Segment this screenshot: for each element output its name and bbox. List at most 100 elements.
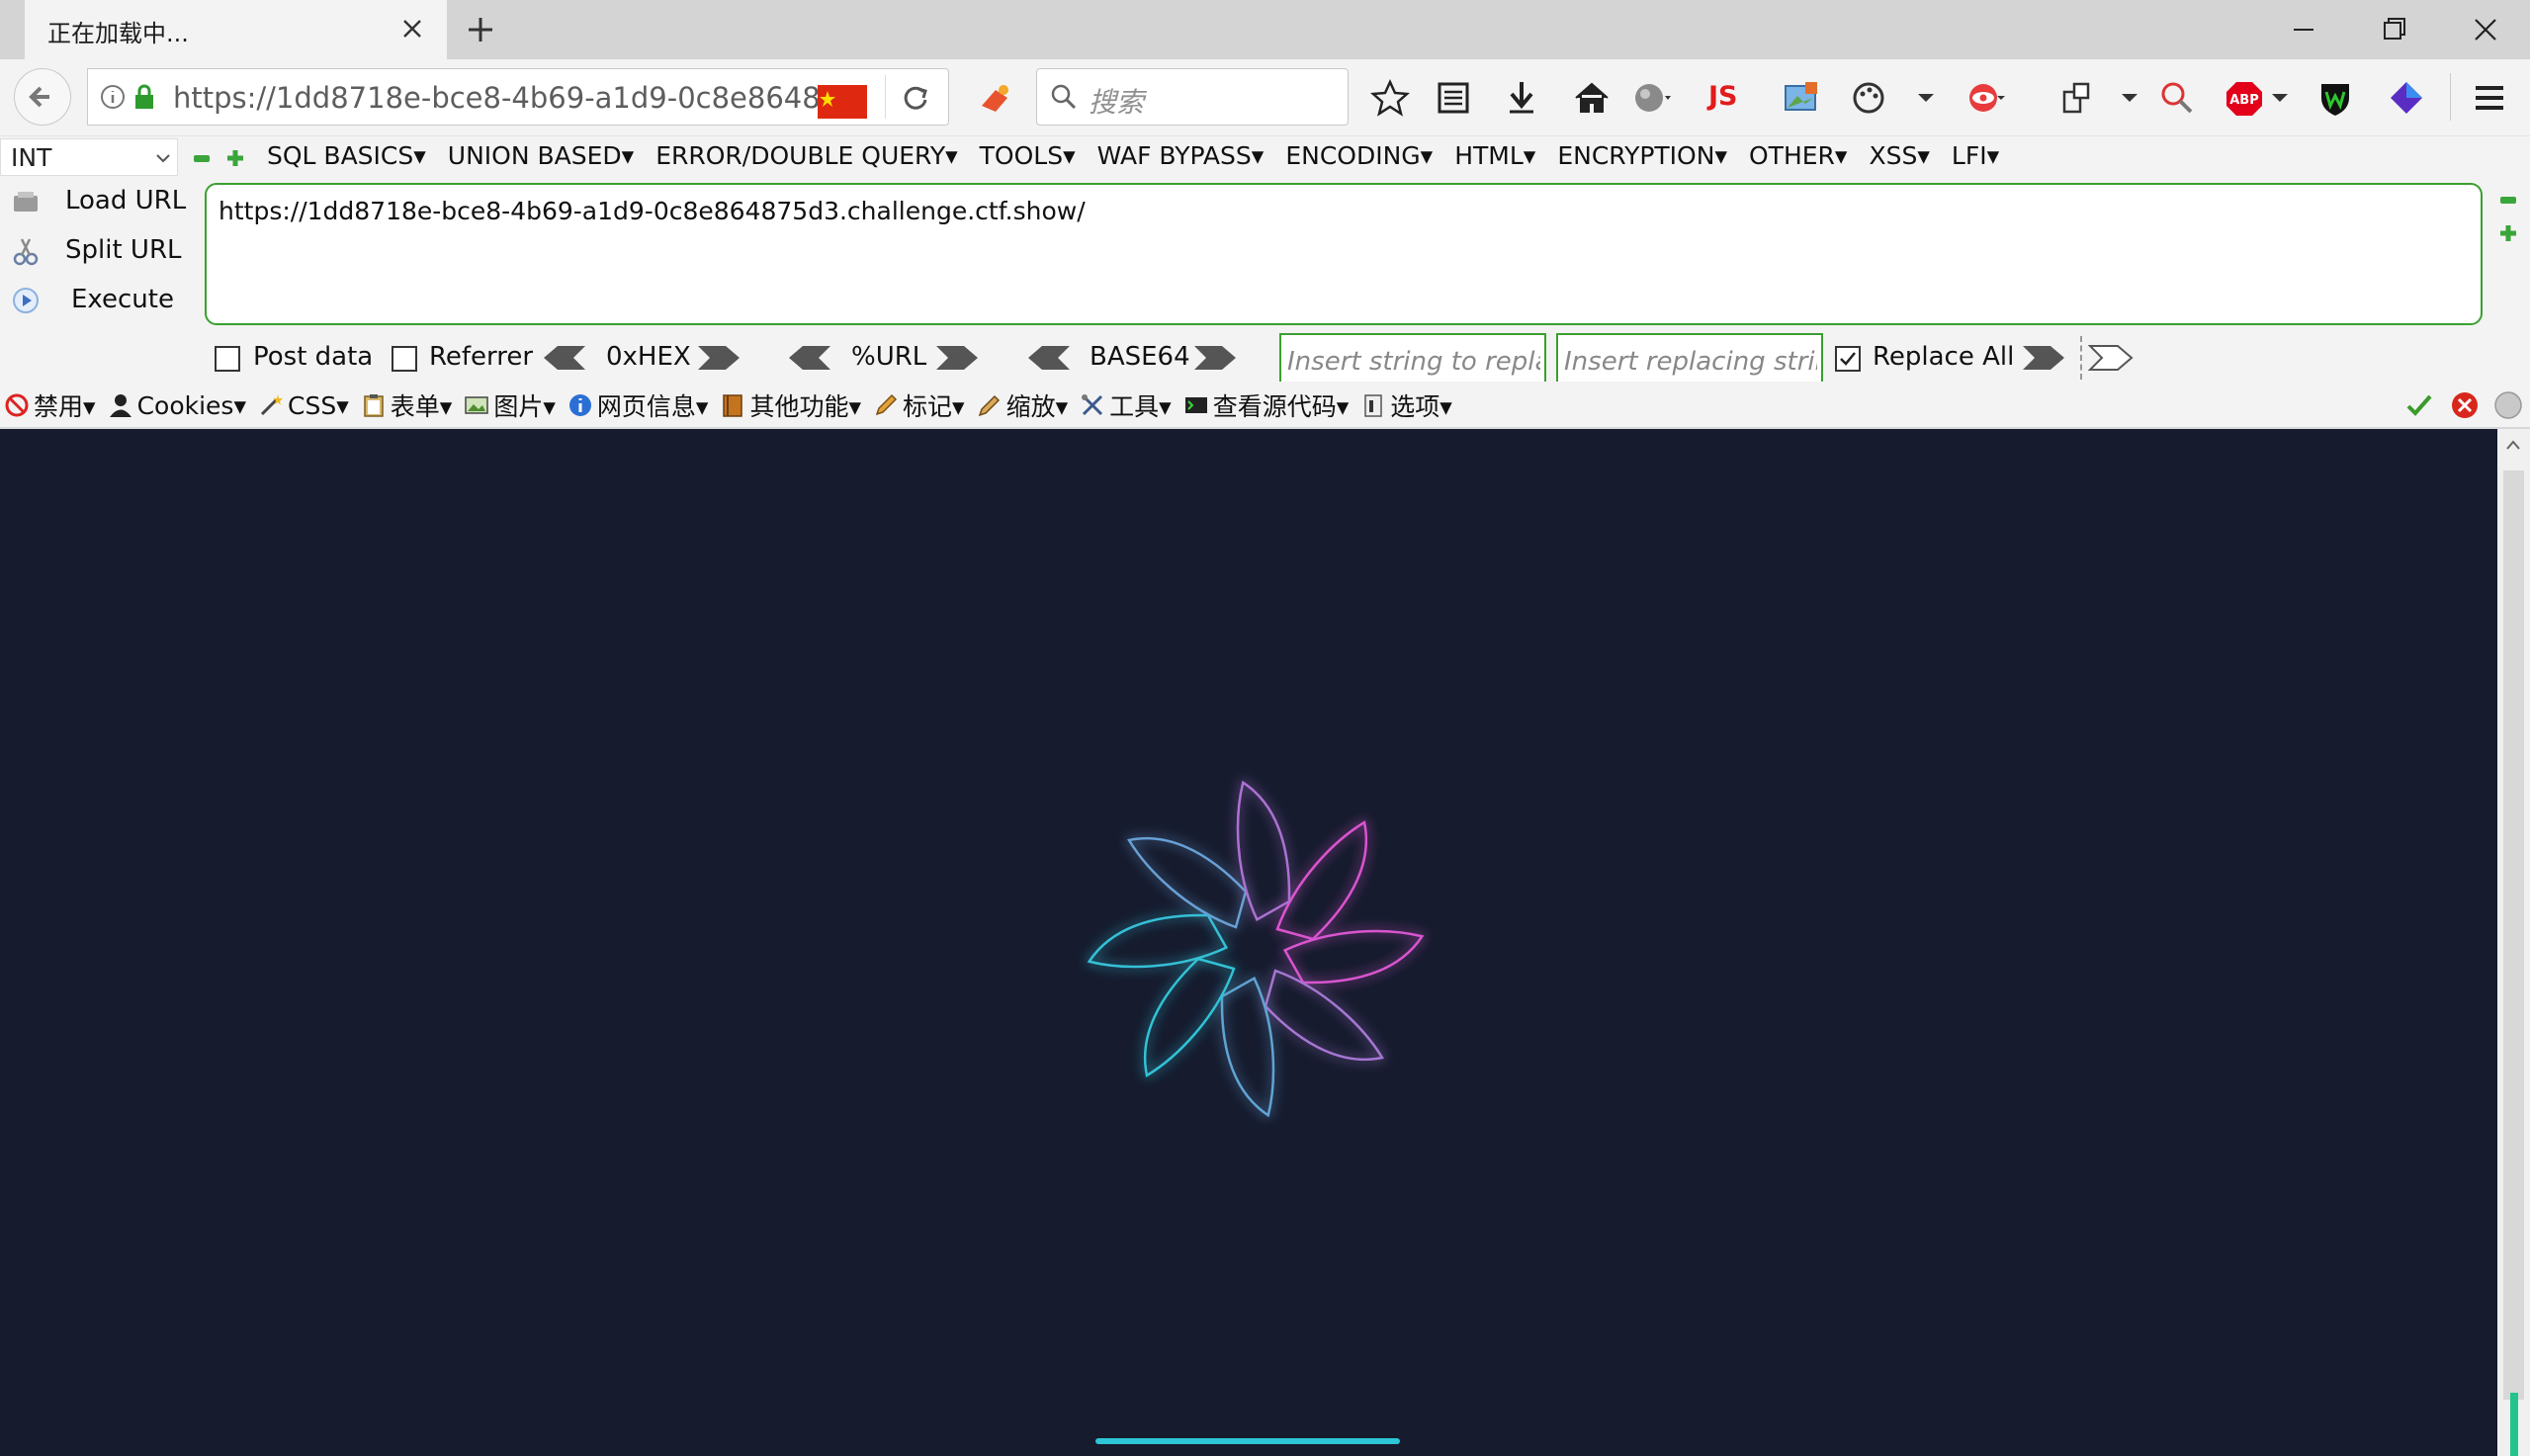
web-developer-toolbar: 禁用▾ Cookies▾ CSS▾ 表单▾ 图片▾ 网页信息▾ 其他功能▾ 标记… [0, 382, 2530, 429]
back-button[interactable] [14, 68, 71, 126]
menu-waf-bypass[interactable]: WAF BYPASS▾ [1097, 141, 1265, 170]
search-bar[interactable]: 搜索 [1036, 68, 1349, 126]
referrer-checkbox[interactable] [392, 346, 417, 372]
js-icon[interactable]: JS [1708, 81, 1752, 125]
menu-tools[interactable]: TOOLS▾ [980, 141, 1076, 170]
restore-icon[interactable] [2373, 8, 2416, 51]
wd-css-menu[interactable]: CSS▾ [258, 387, 349, 423]
replace-go-arrow-icon[interactable] [2021, 344, 2066, 372]
wd-options-menu[interactable]: 选项▾ [1360, 387, 1452, 423]
url-decode-arrow-icon[interactable] [787, 344, 832, 372]
type-select[interactable]: INT [0, 138, 178, 176]
image-icon [465, 396, 489, 414]
info-icon[interactable] [98, 82, 128, 112]
status-circle-icon[interactable] [2493, 390, 2523, 420]
url-encode-arrow-icon[interactable] [934, 344, 980, 372]
replace-execute-arrow-icon[interactable] [2088, 344, 2134, 372]
wd-misc-menu[interactable]: 其他功能▾ [720, 387, 861, 423]
menu-lfi[interactable]: LFI▾ [1952, 141, 1999, 170]
minus-icon[interactable] [192, 148, 212, 168]
url-text: https://1dd8718e-bce8-4b69-a1d9-0c8e8648 [173, 81, 821, 115]
adblock-icon[interactable]: ABP [2223, 76, 2266, 120]
wd-info-menu[interactable]: 网页信息▾ [567, 387, 708, 423]
bookmark-star-icon[interactable] [1368, 76, 1412, 120]
error-icon[interactable] [2450, 390, 2480, 420]
replace-all-checkbox[interactable] [1835, 346, 1861, 372]
wd-misc-label: 其他功能▾ [749, 392, 861, 421]
wd-disable-menu[interactable]: 禁用▾ [4, 387, 96, 423]
dropdown-arrow-icon[interactable] [1904, 76, 1948, 120]
url-bar[interactable]: https://1dd8718e-bce8-4b69-a1d9-0c8e8648 [87, 68, 949, 126]
scroll-up-icon[interactable] [2497, 429, 2530, 459]
close-window-icon[interactable] [2464, 8, 2507, 51]
menu-other[interactable]: OTHER▾ [1749, 141, 1847, 170]
menu-encryption[interactable]: ENCRYPTION▾ [1557, 141, 1727, 170]
hex-encode-arrow-icon[interactable] [696, 344, 742, 372]
menu-encoding[interactable]: ENCODING▾ [1285, 141, 1433, 170]
valid-check-icon[interactable] [2404, 390, 2434, 420]
replace-string-input[interactable]: Insert string to replace [1279, 333, 1546, 386]
base64-encode-arrow-icon[interactable] [1192, 344, 1238, 372]
url-textarea[interactable]: https://1dd8718e-bce8-4b69-a1d9-0c8e8648… [205, 183, 2483, 325]
reading-list-icon[interactable] [1432, 76, 1475, 120]
wd-forms-label: 表单▾ [390, 392, 453, 421]
reload-icon[interactable] [899, 81, 932, 115]
shield-w-icon[interactable] [2313, 76, 2357, 120]
wd-tools-label: 工具▾ [1109, 392, 1172, 421]
palette-icon[interactable] [1849, 76, 1892, 120]
execute-button[interactable]: Execute [8, 279, 196, 322]
wd-resize-menu[interactable]: 缩放▾ [977, 387, 1068, 423]
menu-icon[interactable] [2468, 76, 2511, 120]
menu-union-based[interactable]: UNION BASED▾ [448, 141, 634, 170]
menu-xss[interactable]: XSS▾ [1869, 141, 1929, 170]
dropdown-arrow-icon-3[interactable] [2264, 76, 2308, 120]
base64-decode-arrow-icon[interactable] [1026, 344, 1072, 372]
hex-decode-arrow-icon[interactable] [542, 344, 587, 372]
browser-window: 正在加载中... https://1dd8718e-bce8-4b69-a1d9… [0, 0, 2530, 1456]
clipboard-icon [364, 394, 384, 417]
separator [2450, 73, 2451, 121]
wd-tools-menu[interactable]: 工具▾ [1080, 387, 1172, 423]
home-icon[interactable] [1570, 76, 1614, 120]
new-tab-icon[interactable] [461, 10, 500, 49]
load-url-button[interactable]: Load URL [8, 180, 196, 223]
purple-diamond-icon[interactable] [2385, 76, 2428, 120]
download-icon[interactable] [1500, 76, 1543, 120]
split-url-button[interactable]: Split URL [8, 229, 196, 273]
window-tool-icon[interactable] [2056, 76, 2100, 120]
info-icon-blue [568, 394, 591, 416]
replacing-string-input[interactable]: Insert replacing string [1556, 333, 1823, 386]
wd-view-source-menu[interactable]: 查看源代码▾ [1183, 387, 1349, 423]
magnifier-tool-icon[interactable] [2155, 76, 2199, 120]
minimize-icon[interactable] [2282, 8, 2325, 51]
tab-active[interactable]: 正在加载中... [25, 0, 447, 59]
play-icon [13, 288, 39, 313]
menu-error-double-query[interactable]: ERROR/DOUBLE QUERY▾ [655, 141, 957, 170]
wd-outline-menu[interactable]: 标记▾ [873, 387, 965, 423]
vertical-scrollbar[interactable] [2497, 429, 2530, 1456]
wd-images-menu[interactable]: 图片▾ [464, 387, 556, 423]
abp-label: ABP [2229, 93, 2259, 108]
spinner-petal [1282, 929, 1425, 985]
referrer-label: Referrer [429, 342, 534, 372]
menu-html[interactable]: HTML▾ [1454, 141, 1535, 170]
wd-images-label: 图片▾ [493, 392, 556, 421]
image-tool-icon[interactable] [1780, 76, 1823, 120]
plus-icon[interactable] [225, 148, 245, 168]
expand-icon[interactable] [2498, 223, 2518, 243]
wd-forms-menu[interactable]: 表单▾ [361, 387, 453, 423]
extension-icon[interactable] [974, 76, 1017, 120]
close-tab-icon[interactable] [393, 10, 431, 47]
separator [885, 75, 886, 119]
post-data-checkbox[interactable] [215, 346, 240, 372]
search-placeholder: 搜索 [1089, 86, 1145, 119]
wd-cookies-menu[interactable]: Cookies▾ [108, 387, 246, 423]
replacing-string-placeholder: Insert replacing string [1564, 347, 1817, 377]
shrink-icon[interactable] [2498, 190, 2518, 210]
menu-sql-basics[interactable]: SQL BASICS▾ [267, 141, 426, 170]
red-eye-icon[interactable] [1963, 76, 2007, 120]
dropdown-arrow-icon-2[interactable] [2108, 76, 2151, 120]
loading-progress-bar [1095, 1438, 1400, 1444]
globe-icon[interactable] [1629, 76, 1673, 120]
scroll-thumb[interactable] [2503, 471, 2524, 1400]
